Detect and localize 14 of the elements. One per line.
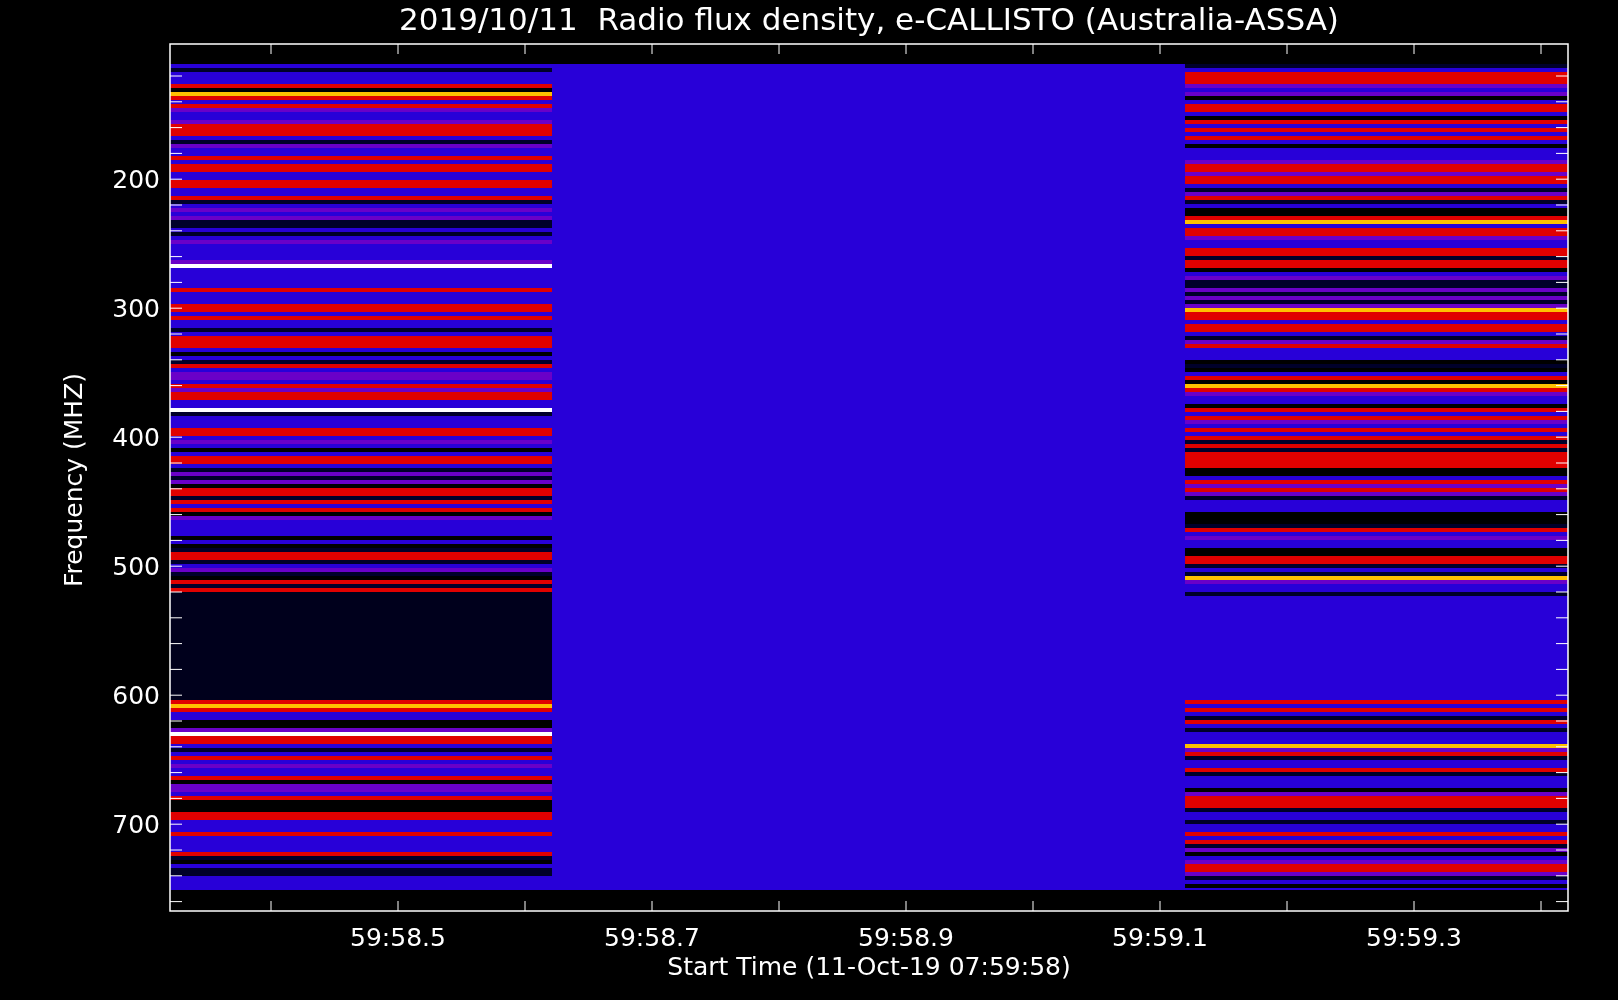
tick-label: 500 — [112, 552, 160, 581]
tick-label: 59:59.1 — [1112, 923, 1208, 952]
tick-label: 59:58.5 — [350, 923, 446, 952]
tick-label: 59:58.7 — [604, 923, 700, 952]
tick-label: 600 — [112, 681, 160, 710]
axis-title: Start Time (11-Oct-19 07:59:58) — [667, 952, 1071, 981]
tick-label: 700 — [112, 810, 160, 839]
tick-label: 200 — [112, 165, 160, 194]
chart-title: 2019/10/11 Radio flux density, e-CALLISTO (Australia-ASSA) — [399, 1, 1339, 37]
axis-title: Frequency (MHZ) — [59, 372, 88, 588]
tick-label: 59:58.9 — [858, 923, 954, 952]
tick-label: 400 — [112, 423, 160, 452]
tick-label: 59:59.3 — [1366, 923, 1462, 952]
tick-label: 300 — [112, 294, 160, 323]
